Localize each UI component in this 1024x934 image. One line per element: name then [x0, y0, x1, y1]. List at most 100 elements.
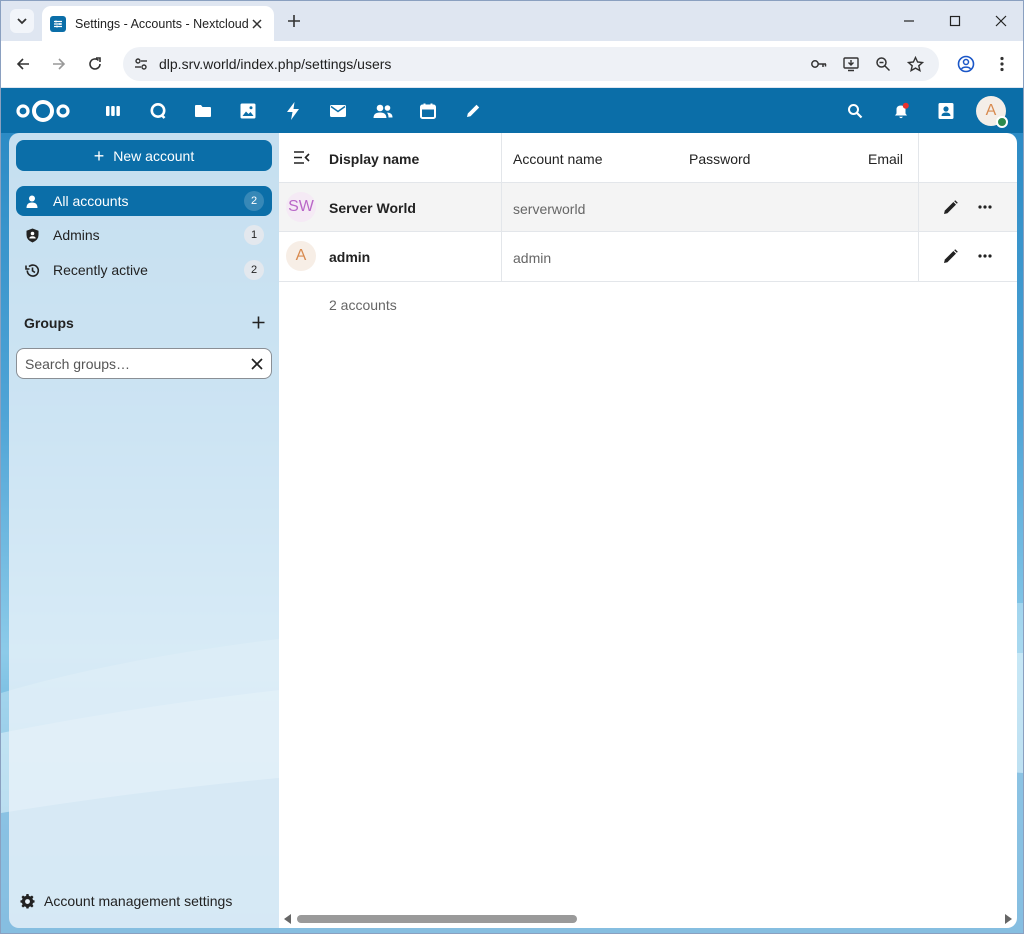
pencil-icon [943, 199, 958, 214]
groups-heading: Groups [24, 315, 74, 331]
sidebar-item-recently-active[interactable]: Recently active 2 [16, 255, 272, 285]
install-app-button[interactable] [839, 52, 863, 76]
maximize-icon [949, 15, 961, 27]
contacts-menu-button[interactable] [933, 98, 959, 124]
column-header-email: Email [868, 151, 904, 167]
cell-display-name: Server World [329, 200, 416, 216]
bookmark-button[interactable] [903, 52, 927, 76]
online-status-indicator [996, 116, 1008, 128]
sidebar-item-admins[interactable]: Admins 1 [16, 220, 272, 250]
new-account-label: New account [113, 147, 195, 164]
reload-button[interactable] [83, 52, 107, 76]
arrow-right-icon [53, 58, 66, 70]
edit-account-button[interactable] [938, 195, 962, 219]
notifications-button[interactable] [888, 98, 914, 124]
browser-toolbar: dlp.srv.world/index.php/settings/users [1, 41, 1023, 87]
chevron-down-icon [17, 18, 27, 25]
search-icon [848, 104, 863, 119]
table-row[interactable]: SW Server World serverworld [279, 183, 1017, 232]
unified-search-button[interactable] [842, 98, 868, 124]
settings-favicon-icon [50, 15, 66, 32]
forward-button[interactable] [47, 52, 71, 76]
tab-close-button[interactable] [248, 15, 266, 33]
scrollbar-thumb[interactable] [297, 915, 577, 923]
profile-icon [957, 55, 975, 73]
bell-icon [895, 102, 909, 119]
cell-display-name: admin [329, 249, 371, 265]
site-info-button[interactable] [129, 52, 153, 76]
close-icon [251, 358, 263, 370]
tune-icon [135, 58, 147, 70]
contacts-book-icon [938, 103, 954, 119]
search-groups-input[interactable] [25, 355, 235, 373]
plus-icon [288, 15, 300, 27]
scroll-left-arrow[interactable] [284, 914, 291, 924]
tab-title: Settings - Accounts - Nextcloud [75, 16, 248, 31]
dashboard-icon[interactable] [100, 98, 126, 124]
avatar: A [286, 241, 316, 271]
sidebar-item-label: All accounts [53, 193, 129, 209]
close-window-button[interactable] [989, 9, 1013, 33]
plus-icon: + [93, 145, 105, 166]
zoom-button[interactable] [871, 52, 895, 76]
browser-menu-button[interactable] [990, 52, 1014, 76]
shield-icon [24, 227, 40, 243]
pencil-icon [943, 248, 958, 263]
count-badge: 2 [244, 191, 264, 211]
mail-icon[interactable] [325, 98, 351, 124]
sidebar-item-all-accounts[interactable]: All accounts 2 [16, 186, 272, 216]
settings-label: Account management settings [44, 893, 233, 909]
new-tab-button[interactable] [284, 11, 304, 31]
contacts-icon[interactable] [370, 98, 396, 124]
search-groups-field [16, 348, 272, 379]
password-key-button[interactable] [807, 52, 831, 76]
sidebar-item-label: Recently active [53, 262, 148, 278]
count-badge: 2 [244, 260, 264, 280]
photos-icon[interactable] [235, 98, 261, 124]
row-divider [279, 281, 1017, 282]
files-icon[interactable] [190, 98, 216, 124]
edit-account-button[interactable] [938, 244, 962, 268]
sidebar-item-label: Admins [53, 227, 100, 243]
column-header-display-name: Display name [329, 151, 420, 167]
app-navigation: + New account All accounts 2 Admins 1 Re… [9, 133, 279, 928]
url-text[interactable]: dlp.srv.world/index.php/settings/users [159, 56, 391, 72]
notes-icon[interactable] [460, 98, 486, 124]
tab-search-button[interactable] [10, 9, 34, 33]
key-icon [811, 60, 827, 68]
user-icon [24, 193, 40, 209]
more-actions-button[interactable] [973, 195, 997, 219]
browser-tab-active[interactable]: Settings - Accounts - Nextcloud [42, 6, 274, 41]
plus-icon [252, 316, 264, 328]
nextcloud-logo-icon[interactable] [15, 98, 71, 124]
account-management-settings-button[interactable]: Account management settings [19, 890, 232, 912]
back-button[interactable] [11, 52, 35, 76]
accounts-table: Display name Account name Password Email… [279, 133, 1017, 928]
minimize-icon [904, 20, 914, 22]
more-horizontal-icon [978, 254, 992, 258]
toggle-navigation-button[interactable] [291, 146, 313, 168]
nextcloud-header [1, 88, 1023, 133]
more-actions-button[interactable] [973, 244, 997, 268]
talk-icon[interactable] [145, 98, 171, 124]
activity-icon[interactable] [280, 98, 306, 124]
install-icon [843, 57, 859, 72]
history-icon [24, 262, 40, 278]
add-group-button[interactable] [247, 311, 269, 333]
maximize-button[interactable] [943, 9, 967, 33]
gear-icon [19, 893, 35, 909]
address-bar[interactable]: dlp.srv.world/index.php/settings/users [123, 47, 939, 81]
calendar-icon[interactable] [415, 98, 441, 124]
more-vertical-icon [1000, 56, 1004, 72]
column-divider [501, 133, 502, 281]
star-icon [906, 55, 924, 72]
new-account-button[interactable]: + New account [16, 140, 272, 171]
horizontal-scrollbar[interactable] [279, 911, 1017, 927]
clear-search-button[interactable] [248, 355, 266, 373]
profile-button[interactable] [954, 52, 978, 76]
tab-strip: Settings - Accounts - Nextcloud [1, 1, 1023, 41]
scroll-right-arrow[interactable] [1005, 914, 1012, 924]
table-row[interactable]: A admin admin [279, 232, 1017, 281]
zoom-out-icon [876, 57, 891, 72]
minimize-button[interactable] [897, 9, 921, 33]
